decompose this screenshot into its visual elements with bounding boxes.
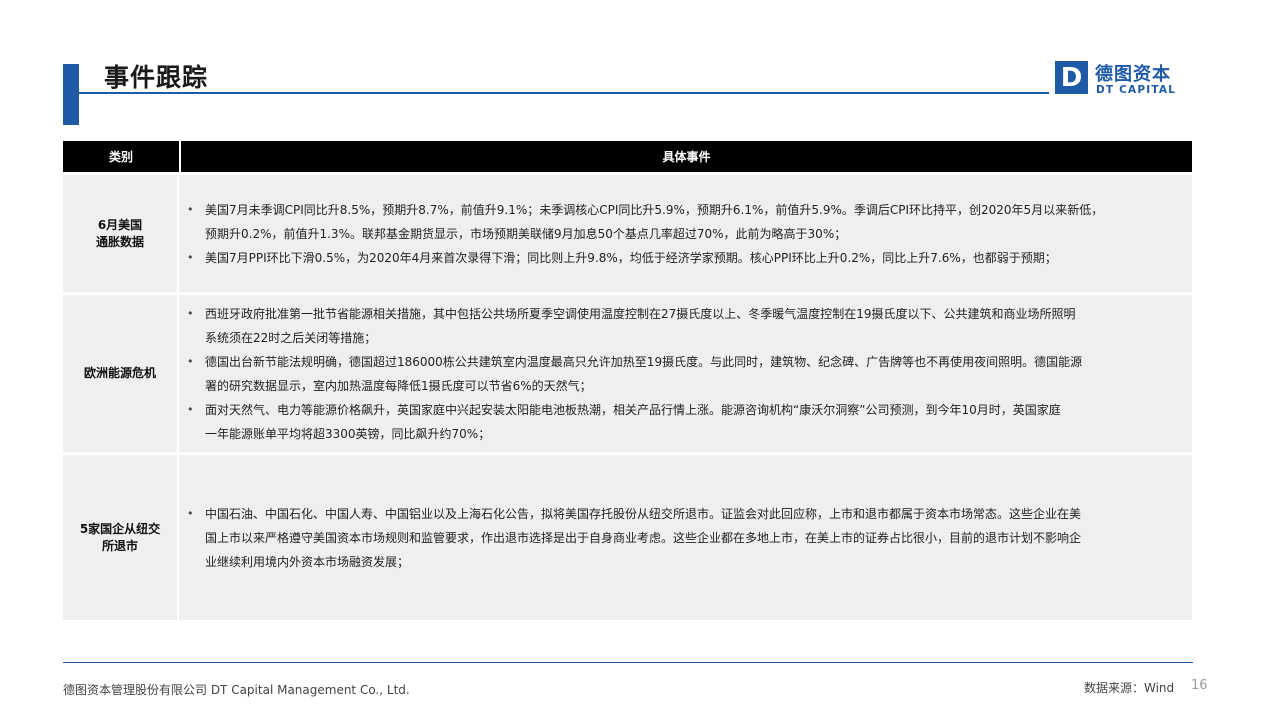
event-text-line: 系统须在22时之后关闭等措施； [205,330,377,345]
category-line: 欧洲能源危机 [83,366,156,380]
company-logo: D 德图资本 DT CAPITAL [1055,60,1195,100]
page-number: 16 [1191,678,1208,693]
row-events: 美国7月未季调CPI同比升8.5%，预期升8.7%，前值升9.1%；未季调核心C… [179,175,1192,292]
event-text-line: 署的研究数据显示，室内加热温度每降低1摄氏度可以节省6%的天然气； [205,378,592,393]
row-events: 西班牙政府批准第一批节省能源相关措施，其中包括公共场所夏季空调使用温度控制在27… [179,295,1192,452]
event-item: 德国出台新节能法规明确，德国超过186000栋公共建筑室内温度最高只允许加热至1… [187,350,1083,398]
category-line: 5家国企从纽交 [79,521,161,536]
event-item: 美国7月未季调CPI同比升8.5%，预期升8.7%，前值升9.1%；未季调核心C… [187,198,1104,246]
table-row: 欧洲能源危机 西班牙政府批准第一批节省能源相关措施，其中包括公共场所夏季空调使用… [63,295,1192,452]
header-events: 具体事件 [662,150,711,164]
event-text-line: 业继续利用境内外资本市场融资发展； [205,554,410,569]
event-item: 中国石油、中国石化、中国人寿、中国铝业以及上海石化公告，拟将美国存托股份从纽交所… [187,502,1082,574]
event-text-line: 德国出台新节能法规明确，德国超过186000栋公共建筑室内温度最高只允许加热至1… [205,354,1083,369]
event-text-line: 美国7月PPI环比下滑0.5%，为2020年4月来首次录得下滑；同比则上升9.8… [205,250,1057,265]
event-text-line: 面对天然气、电力等能源价格飙升，英国家庭中兴起安装太阳能电池板热潮，相关产品行情… [205,402,1061,417]
logo-chinese-name: 德图资本 [1095,64,1171,85]
event-item: 西班牙政府批准第一批节省能源相关措施，其中包括公共场所夏季空调使用温度控制在27… [187,302,1082,350]
category-line: 通胀数据 [95,234,144,249]
category-line: 6月美国 [97,217,143,232]
event-text-line: 中国石油、中国石化、中国人寿、中国铝业以及上海石化公告，拟将美国存托股份从纽交所… [205,506,1082,521]
logo-d-icon: D [1055,61,1088,94]
footer-company: 德图资本管理股份有限公司 DT Capital Management Co., … [63,683,410,697]
table-row: 5家国企从纽交 所退市 中国石油、中国石化、中国人寿、中国铝业以及上海石化公告，… [63,455,1192,620]
footer-source: 数据来源：Wind [1084,681,1175,695]
category-line: 所退市 [101,538,138,553]
row-events: 中国石油、中国石化、中国人寿、中国铝业以及上海石化公告，拟将美国存托股份从纽交所… [179,455,1192,620]
table-row: 6月美国 通胀数据 美国7月未季调CPI同比升8.5%，预期升8.7%，前值升9… [63,175,1192,292]
row-category: 欧洲能源危机 [63,295,179,452]
event-text-line: 西班牙政府批准第一批节省能源相关措施，其中包括公共场所夏季空调使用温度控制在27… [205,306,1076,321]
event-item: 面对天然气、电力等能源价格飙升，英国家庭中兴起安装太阳能电池板热潮，相关产品行情… [187,398,1082,446]
event-text-line: 预期升0.2%，前值升1.3%。联邦基金期货显示，市场预期美联储9月加息50个基… [205,226,847,241]
event-table: 类别 具体事件 6月美国 通胀数据 美国7月未季调CPI同比升8.5%，预期升8… [63,141,1192,620]
event-item: 美国7月PPI环比下滑0.5%，为2020年4月来首次录得下滑；同比则上升9.8… [187,246,1103,270]
logo-english-name: DT CAPITAL [1096,84,1177,96]
header-category: 类别 [63,141,181,172]
footer-divider [63,662,1193,663]
page-title: 事件跟踪 [104,63,209,92]
title-accent-bar [63,64,79,125]
event-text-line: 一年能源账单平均将超3300英镑，同比飙升约70%； [205,426,491,441]
title-divider [79,92,1049,94]
table-header: 类别 具体事件 [63,141,1192,172]
row-category: 6月美国 通胀数据 [63,175,179,292]
row-category: 5家国企从纽交 所退市 [63,455,179,620]
event-text-line: 美国7月未季调CPI同比升8.5%，预期升8.7%，前值升9.1%；未季调核心C… [205,202,1104,217]
event-text-line: 国上市以来严格遵守美国资本市场规则和监管要求，作出退市选择是出于自身商业考虑。这… [205,530,1082,545]
